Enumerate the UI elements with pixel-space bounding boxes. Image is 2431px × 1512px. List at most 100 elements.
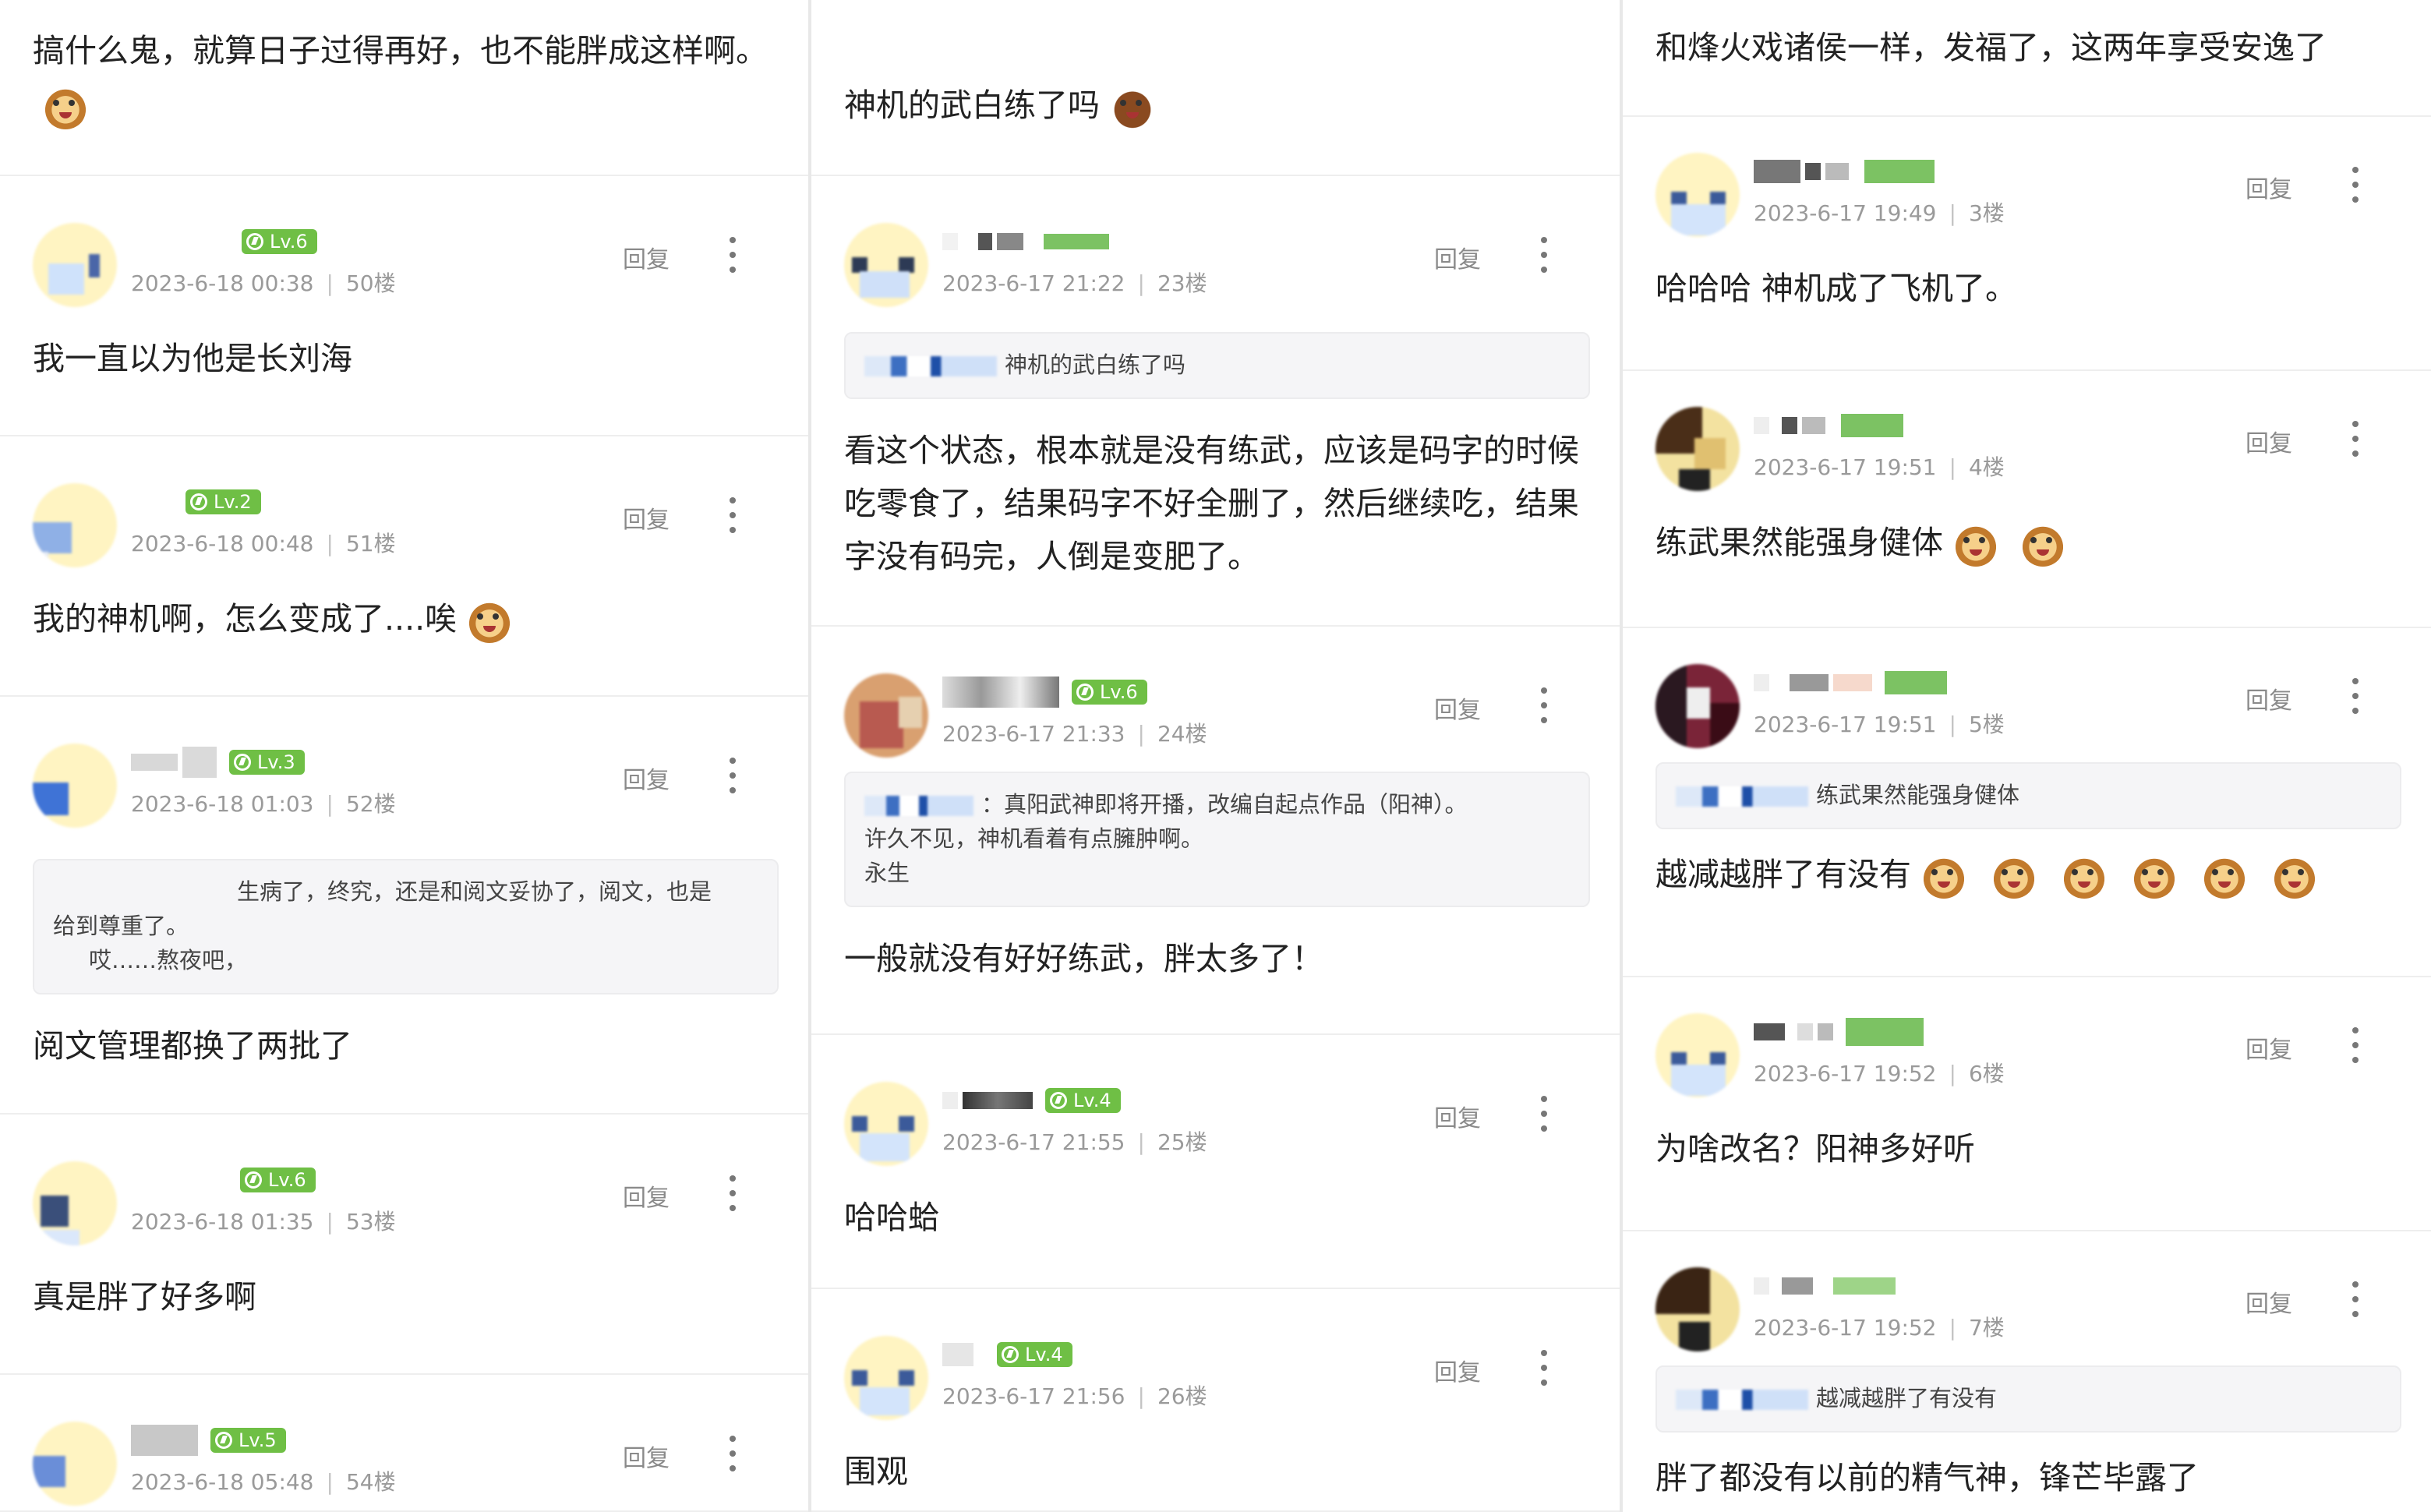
more-vertical-icon[interactable] bbox=[729, 1175, 737, 1211]
reply-button[interactable]: 回复 bbox=[2245, 1030, 2292, 1065]
username[interactable]: Lv.4 bbox=[942, 1085, 1590, 1116]
username[interactable] bbox=[942, 226, 1590, 257]
more-vertical-icon[interactable] bbox=[2351, 167, 2359, 203]
username[interactable]: Lv.2 bbox=[131, 486, 779, 518]
more-vertical-icon[interactable] bbox=[1540, 1096, 1548, 1132]
meta-divider: | bbox=[326, 1469, 334, 1495]
reply-button[interactable]: 回复 bbox=[2245, 681, 2292, 715]
username[interactable]: Lv.6 bbox=[942, 677, 1590, 708]
monkey-emoji-icon bbox=[1992, 855, 2036, 899]
quoted-reply[interactable]: 神机的武白练了吗 bbox=[844, 332, 1590, 399]
avatar[interactable] bbox=[33, 483, 117, 567]
meta-divider: | bbox=[326, 1209, 334, 1235]
post-text: 神机的武白练了吗 bbox=[844, 87, 1100, 124]
more-vertical-icon[interactable] bbox=[2351, 421, 2359, 457]
avatar[interactable] bbox=[844, 673, 928, 758]
avatar[interactable] bbox=[33, 744, 117, 828]
reply-button[interactable]: 回复 bbox=[623, 500, 670, 535]
comment-item: Lv.5 2023-6-18 05:48 | 54楼 回复 bbox=[0, 1375, 808, 1512]
avatar[interactable] bbox=[1655, 664, 1740, 748]
post-snippet: 和烽火戏诸侯一样，发福了，这两年享受安逸了 bbox=[1623, 0, 2431, 117]
quote-line: 许久不见，神机看着有点臃肿啊。 bbox=[864, 825, 1204, 852]
username[interactable]: Lv.3 bbox=[131, 747, 779, 778]
quoted-reply[interactable]: 越减越胖了有没有 bbox=[1655, 1365, 2401, 1433]
avatar[interactable] bbox=[1655, 153, 1740, 237]
avatar[interactable] bbox=[33, 1422, 117, 1506]
floor-number: 4楼 bbox=[1968, 454, 2005, 480]
floor-number: 54楼 bbox=[345, 1469, 396, 1495]
reply-button[interactable]: 回复 bbox=[623, 240, 670, 274]
post-snippet: 搞什么鬼，就算日子过得再好，也不能胖成这样啊。 bbox=[0, 0, 808, 176]
avatar[interactable] bbox=[1655, 1013, 1740, 1097]
avatar[interactable] bbox=[33, 1161, 117, 1245]
monkey-emoji-icon bbox=[1111, 86, 1154, 129]
level-badge: Lv.6 bbox=[242, 229, 317, 254]
comment-text: 越减越胖了有没有 bbox=[1655, 856, 1911, 893]
meta-divider: | bbox=[326, 270, 334, 296]
avatar[interactable] bbox=[844, 223, 928, 307]
post-snippet: 神机的武白练了吗 bbox=[811, 0, 1620, 176]
more-vertical-icon[interactable] bbox=[729, 1436, 737, 1471]
monkey-emoji-icon bbox=[1954, 523, 1998, 567]
reply-button[interactable]: 回复 bbox=[1434, 1099, 1481, 1133]
more-vertical-icon[interactable] bbox=[2351, 678, 2359, 714]
username[interactable]: Lv.4 bbox=[942, 1339, 1590, 1370]
post-text: 和烽火戏诸侯一样，发福了，这两年享受安逸了 bbox=[1655, 29, 2327, 66]
reply-button[interactable]: 回复 bbox=[2245, 170, 2292, 204]
username[interactable]: Lv.6 bbox=[131, 226, 779, 257]
more-vertical-icon[interactable] bbox=[2351, 1281, 2359, 1317]
more-vertical-icon[interactable] bbox=[1540, 687, 1548, 723]
username[interactable]: Lv.5 bbox=[131, 1425, 779, 1456]
comment-text: 真是胖了好多啊 bbox=[33, 1278, 256, 1316]
username[interactable]: Lv.6 bbox=[131, 1164, 779, 1196]
quoted-reply[interactable]: 生病了，终究，还是和阅文妥协了，阅文，也是 给到尊重了。 哎……熬夜吧， bbox=[33, 859, 779, 994]
comment-item: Lv.6 2023-6-18 00:38 | 50楼 回复 我一直以为他是长刘海 bbox=[0, 176, 808, 436]
more-vertical-icon[interactable] bbox=[729, 497, 737, 533]
floor-number: 52楼 bbox=[345, 791, 396, 817]
quote-line: 生病了，终究，还是和阅文妥协了，阅文，也是 bbox=[237, 878, 712, 905]
avatar[interactable] bbox=[1655, 1267, 1740, 1351]
reply-button[interactable]: 回复 bbox=[623, 761, 670, 795]
level-badge: Lv.6 bbox=[1072, 680, 1147, 705]
username[interactable] bbox=[1754, 156, 2401, 187]
quote-line: 永生 bbox=[864, 860, 910, 886]
reply-button[interactable]: 回复 bbox=[623, 1439, 670, 1473]
more-vertical-icon[interactable] bbox=[1540, 237, 1548, 273]
more-vertical-icon[interactable] bbox=[729, 758, 737, 793]
comment-feed: 搞什么鬼，就算日子过得再好，也不能胖成这样啊。 Lv.6 2023-6-18 0… bbox=[0, 0, 2431, 1512]
avatar[interactable] bbox=[1655, 407, 1740, 491]
avatar[interactable] bbox=[844, 1082, 928, 1166]
avatar[interactable] bbox=[33, 223, 117, 307]
reply-button[interactable]: 回复 bbox=[1434, 691, 1481, 725]
comment-item: 2023-6-17 19:49 | 3楼 回复 哈哈哈 神机成了飞机了。 bbox=[1623, 117, 2431, 371]
quote-line: 神机的武白练了吗 bbox=[1005, 352, 1186, 378]
level-badge-icon bbox=[1076, 684, 1094, 701]
username[interactable] bbox=[1754, 667, 2401, 698]
monkey-emoji-icon bbox=[2273, 855, 2316, 899]
monkey-emoji-icon bbox=[2132, 855, 2176, 899]
username[interactable] bbox=[1754, 1016, 2401, 1047]
more-vertical-icon[interactable] bbox=[1540, 1350, 1548, 1386]
username[interactable] bbox=[1754, 1270, 2401, 1302]
more-vertical-icon[interactable] bbox=[729, 237, 737, 273]
comment-column: 和烽火戏诸侯一样，发福了，这两年享受安逸了 2023-6-17 19:49 | 3楼… bbox=[1623, 0, 2431, 1512]
reply-button[interactable]: 回复 bbox=[1434, 240, 1481, 274]
timestamp: 2023-6-17 21:55 bbox=[942, 1129, 1125, 1155]
quoted-reply[interactable]: 练武果然能强身健体 bbox=[1655, 762, 2401, 829]
avatar[interactable] bbox=[844, 1336, 928, 1420]
meta-divider: | bbox=[1137, 270, 1145, 296]
reply-button[interactable]: 回复 bbox=[1434, 1353, 1481, 1387]
comment-item: Lv.4 2023-6-17 21:56 | 26楼 回复 围观 bbox=[811, 1289, 1620, 1512]
timestamp: 2023-6-18 00:38 bbox=[131, 270, 314, 296]
username[interactable] bbox=[1754, 410, 2401, 441]
level-badge: Lv.3 bbox=[229, 750, 305, 775]
more-vertical-icon[interactable] bbox=[2351, 1027, 2359, 1063]
quoted-reply[interactable]: ：真阳武神即将开播，改编自起点作品（阳神）。 许久不见，神机看着有点臃肿啊。 永… bbox=[844, 772, 1590, 907]
reply-button[interactable]: 回复 bbox=[2245, 1284, 2292, 1319]
floor-number: 5楼 bbox=[1968, 712, 2005, 737]
reply-button[interactable]: 回复 bbox=[623, 1178, 670, 1213]
comment-text: 围观 bbox=[844, 1453, 908, 1490]
comment-item: Lv.6 2023-6-17 21:33 | 24楼 回复 ：真阳武神即将开播，改编… bbox=[811, 627, 1620, 1035]
quote-username bbox=[1676, 786, 1808, 807]
reply-button[interactable]: 回复 bbox=[2245, 424, 2292, 458]
